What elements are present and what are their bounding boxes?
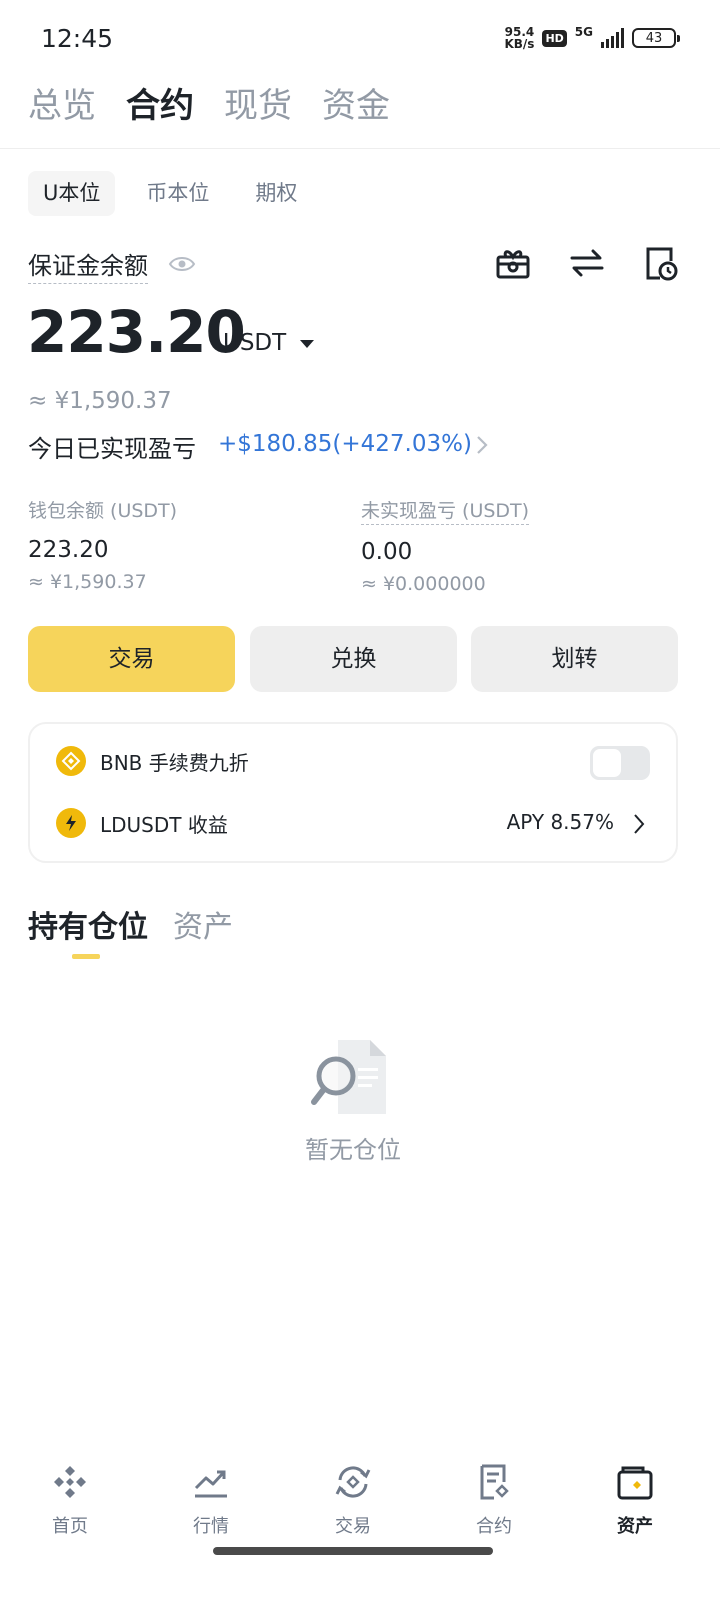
today-pnl-label[interactable]: 今日已实现盈亏 bbox=[28, 429, 196, 464]
chevron-right-icon[interactable] bbox=[632, 812, 646, 836]
nav-home[interactable]: 首页 bbox=[20, 1462, 120, 1538]
battery-icon: 43 bbox=[632, 28, 680, 48]
tab-futures[interactable]: 合约 bbox=[126, 84, 194, 128]
unrealized-pnl-value: 0.00 bbox=[361, 539, 413, 565]
margin-balance-label[interactable]: 保证金余额 bbox=[28, 246, 148, 284]
network-type: 5G bbox=[574, 25, 593, 39]
ldusdt-earn-label: LDUSDT 收益 bbox=[100, 812, 228, 837]
toggle-knob bbox=[593, 749, 621, 777]
bnb-discount-toggle[interactable] bbox=[590, 746, 650, 780]
bnb-discount-label: BNB 手续费九折 bbox=[100, 750, 249, 775]
gift-icon[interactable] bbox=[495, 245, 531, 281]
futures-document-icon bbox=[480, 1464, 509, 1500]
wallet-icon bbox=[617, 1466, 653, 1500]
subtab-coinm[interactable]: 币本位 bbox=[131, 171, 224, 216]
signal-icon bbox=[601, 28, 624, 48]
ldusdt-earn-row[interactable]: LDUSDT 收益 bbox=[56, 808, 228, 838]
transfer-arrows-icon[interactable] bbox=[569, 245, 605, 281]
nav-futures[interactable]: 合约 bbox=[444, 1462, 544, 1538]
unrealized-pnl-approx: ≈ ¥0.000000 bbox=[361, 573, 486, 595]
bnb-discount-row: BNB 手续费九折 bbox=[56, 746, 249, 776]
wallet-balance-approx: ≈ ¥1,590.37 bbox=[28, 571, 147, 593]
nav-trade[interactable]: 交易 bbox=[303, 1462, 403, 1538]
subtab-usdm[interactable]: U本位 bbox=[28, 171, 116, 216]
nav-assets-label: 资产 bbox=[617, 1516, 653, 1537]
ldusdt-coin-icon bbox=[56, 808, 86, 838]
trade-button[interactable]: 交易 bbox=[28, 626, 235, 692]
apy-value[interactable]: APY 8.57% bbox=[507, 810, 614, 834]
eye-icon[interactable] bbox=[168, 252, 196, 276]
balance-unit-selector[interactable]: USDT bbox=[223, 330, 286, 356]
sub-tab-bar: U本位 币本位 期权 bbox=[28, 171, 328, 216]
status-time: 12:45 bbox=[41, 24, 114, 53]
tab-indicator bbox=[72, 954, 100, 959]
nav-home-label: 首页 bbox=[52, 1516, 88, 1537]
tab-overview[interactable]: 总览 bbox=[28, 84, 96, 128]
empty-search-document-icon bbox=[311, 1040, 386, 1114]
nav-futures-label: 合约 bbox=[476, 1516, 512, 1537]
tab-positions[interactable]: 持有仓位 bbox=[28, 902, 148, 946]
wallet-balance-value: 223.20 bbox=[28, 537, 109, 563]
nav-assets[interactable]: 资产 bbox=[585, 1462, 685, 1538]
unrealized-pnl-block: 未实现盈亏 (USDT) 0.00 ≈ ¥0.000000 bbox=[361, 496, 530, 595]
battery-level: 43 bbox=[645, 30, 663, 46]
convert-button[interactable]: 兑换 bbox=[250, 626, 457, 692]
network-speed: 95.4 KB/s bbox=[504, 26, 534, 50]
binance-logo-icon bbox=[54, 1466, 86, 1498]
subtab-options[interactable]: 期权 bbox=[240, 171, 312, 216]
wallet-balance-label: 钱包余额 (USDT) bbox=[28, 500, 178, 522]
margin-balance-amount: 223.20 bbox=[27, 298, 246, 366]
transfer-button[interactable]: 划转 bbox=[471, 626, 678, 692]
chart-line-icon bbox=[194, 1470, 227, 1498]
wallet-balance-block: 钱包余额 (USDT) 223.20 ≈ ¥1,590.37 bbox=[28, 496, 177, 593]
top-tab-bar: 总览 合约 现货 资金 bbox=[28, 84, 390, 128]
bnb-coin-icon bbox=[56, 746, 86, 776]
nav-markets-label: 行情 bbox=[193, 1516, 229, 1537]
nav-markets[interactable]: 行情 bbox=[161, 1462, 261, 1538]
today-pnl-value[interactable]: +$180.85(+427.03%) bbox=[218, 431, 472, 457]
tab-funding[interactable]: 资金 bbox=[322, 84, 390, 128]
home-indicator[interactable] bbox=[213, 1547, 493, 1555]
balance-approx-cny: ≈ ¥1,590.37 bbox=[28, 388, 172, 414]
chevron-right-icon[interactable] bbox=[475, 434, 489, 456]
unrealized-pnl-label[interactable]: 未实现盈亏 (USDT) bbox=[361, 496, 530, 525]
status-indicators: 95.4 KB/s HD 5G 43 bbox=[504, 25, 680, 50]
hd-badge: HD bbox=[542, 29, 567, 47]
speed-unit: KB/s bbox=[504, 37, 535, 51]
fee-earn-card: BNB 手续费九折 LDUSDT 收益 APY 8.57% bbox=[28, 722, 678, 863]
tab-assets[interactable]: 资产 bbox=[173, 902, 233, 946]
trade-cycle-icon bbox=[335, 1466, 371, 1498]
empty-state-text: 暂无仓位 bbox=[305, 1136, 401, 1164]
status-bar: 12:45 95.4 KB/s HD 5G 43 bbox=[0, 0, 720, 80]
tab-spot[interactable]: 现货 bbox=[224, 84, 292, 128]
history-document-icon[interactable] bbox=[643, 245, 679, 281]
divider bbox=[0, 148, 720, 149]
caret-down-icon[interactable] bbox=[300, 340, 314, 348]
nav-trade-label: 交易 bbox=[335, 1516, 371, 1537]
